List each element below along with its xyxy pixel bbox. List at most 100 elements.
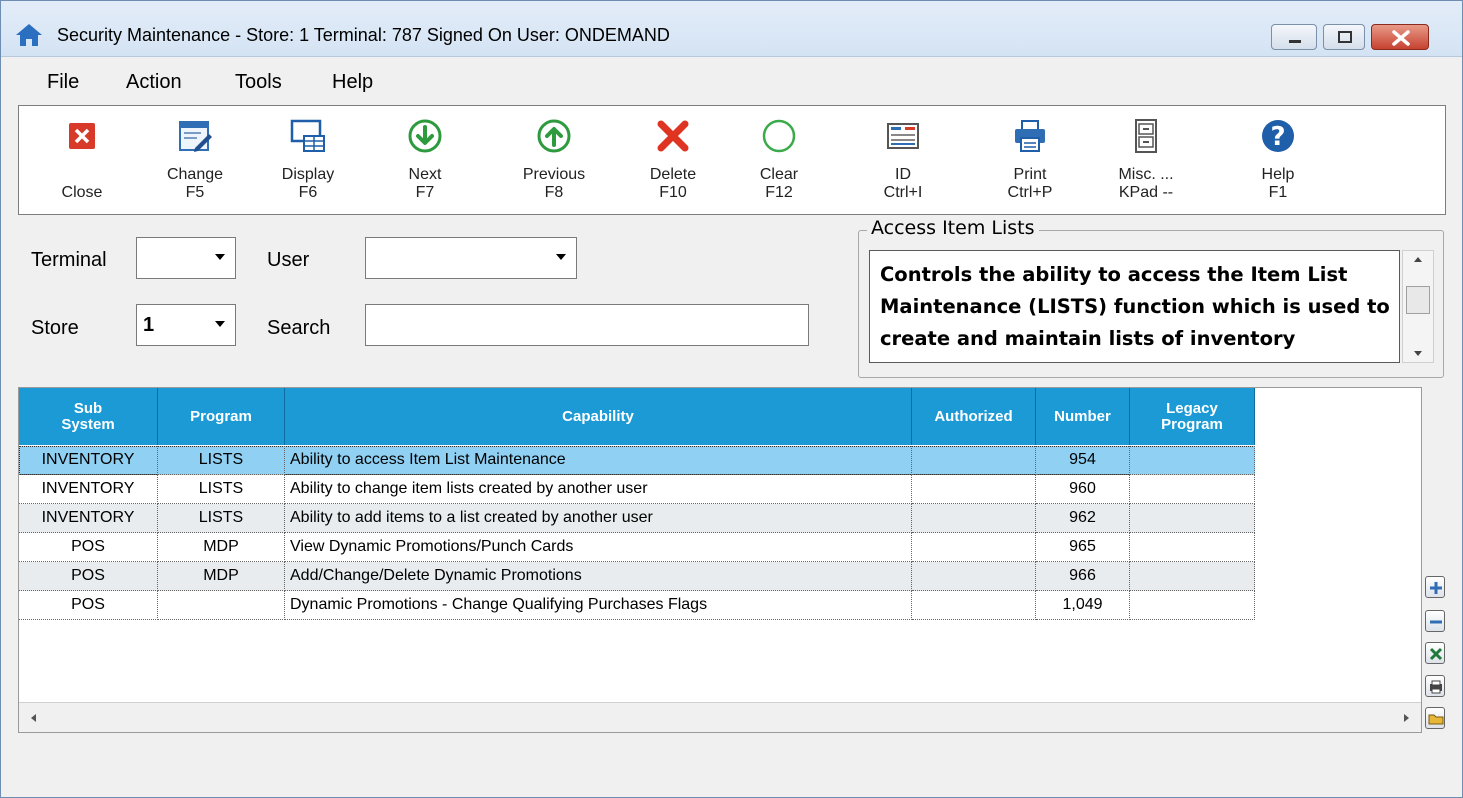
legacy-program-cell <box>1130 475 1255 504</box>
print-small-icon <box>1430 680 1442 694</box>
close-x-icon <box>1392 30 1410 46</box>
program-cell: LISTS <box>158 475 285 504</box>
store-select[interactable]: 1 <box>136 304 236 346</box>
delete-x-icon <box>657 120 689 152</box>
change-button[interactable]: Change F5 <box>145 114 245 210</box>
close-label: Close <box>61 184 103 201</box>
home-icon <box>16 24 42 46</box>
menu-action[interactable]: Action <box>126 71 182 94</box>
display-button[interactable]: Display F6 <box>258 114 358 210</box>
legacy-program-cell <box>1130 504 1255 533</box>
legacy-program-cell <box>1130 533 1255 562</box>
export-excel-button[interactable] <box>1425 642 1445 664</box>
clear-button[interactable]: Clear F12 <box>729 114 829 210</box>
sub-system-header[interactable]: Sub System <box>19 388 158 445</box>
print-grid-button[interactable] <box>1425 675 1445 697</box>
table-row[interactable]: POS Dynamic Promotions - Change Qualifyin… <box>19 591 1255 620</box>
scroll-down-icon[interactable] <box>1414 351 1422 356</box>
table-row[interactable]: POS MDP View Dynamic Promotions/Punch Card… <box>19 533 1255 562</box>
add-row-button[interactable] <box>1425 576 1445 598</box>
delete-button[interactable]: Delete F10 <box>623 114 723 210</box>
details-title: Access Item Lists <box>867 217 1039 239</box>
table-row[interactable]: POS MDP Add/Change/Delete Dynamic Promotio… <box>19 562 1255 591</box>
minus-icon <box>1430 620 1442 624</box>
minimize-button[interactable] <box>1271 24 1317 50</box>
user-select[interactable] <box>365 237 577 279</box>
delete-label: Delete <box>649 166 697 183</box>
menu-help[interactable]: Help <box>332 71 373 94</box>
program-cell: LISTS <box>158 504 285 533</box>
id-label: ID <box>895 166 911 183</box>
scroll-up-icon[interactable] <box>1414 257 1422 262</box>
program-cell: MDP <box>158 562 285 591</box>
previous-label: Previous <box>522 166 586 183</box>
previous-shortcut: F8 <box>544 184 564 201</box>
help-icon: ? <box>1262 120 1294 152</box>
menu-tools[interactable]: Tools <box>235 71 282 94</box>
maximize-button[interactable] <box>1323 24 1365 50</box>
terminal-label: Terminal <box>31 249 107 271</box>
number-cell: 954 <box>1036 446 1130 475</box>
misc-button[interactable]: Misc. ... KPad -- <box>1096 114 1196 210</box>
capability-cell: Ability to add items to a list created b… <box>285 504 912 533</box>
table-row[interactable]: INVENTORY LISTS Ability to access Item Lis… <box>19 446 1255 475</box>
excel-icon <box>1429 647 1443 661</box>
next-label: Next <box>408 166 442 183</box>
capability-header[interactable]: Capability <box>285 388 912 445</box>
remove-row-button[interactable] <box>1425 610 1445 632</box>
legacy-program-header[interactable]: Legacy Program <box>1130 388 1255 445</box>
print-button[interactable]: Print Ctrl+P <box>980 114 1080 210</box>
legacy-program-cell <box>1130 591 1255 620</box>
number-cell: 966 <box>1036 562 1130 591</box>
print-label: Print <box>1013 166 1047 183</box>
svg-text:?: ? <box>1270 122 1285 152</box>
authorized-header[interactable]: Authorized <box>912 388 1036 445</box>
chevron-down-icon <box>556 254 566 260</box>
scroll-left-icon[interactable] <box>31 714 36 722</box>
program-header[interactable]: Program <box>158 388 285 445</box>
capability-grid: Sub System Program Capability Authorized Num… <box>18 387 1422 733</box>
capability-cell: Add/Change/Delete Dynamic Promotions <box>285 562 912 591</box>
search-input[interactable] <box>365 304 809 346</box>
toolbar: Close Change F5 Display F6 Next F7 Previ… <box>18 105 1446 215</box>
help-label: Help <box>1261 166 1295 183</box>
display-shortcut: F6 <box>298 184 318 201</box>
scroll-thumb[interactable] <box>1406 286 1430 314</box>
close-window-button[interactable] <box>1371 24 1429 50</box>
print-shortcut: Ctrl+P <box>1007 184 1053 201</box>
previous-button[interactable]: Previous F8 <box>504 114 604 210</box>
arrow-down-circle-icon <box>408 119 442 153</box>
table-row[interactable]: INVENTORY LISTS Ability to add items to a … <box>19 504 1255 533</box>
id-button[interactable]: ID Ctrl+I <box>853 114 953 210</box>
description-textbox[interactable]: Controls the ability to access the Item … <box>869 250 1400 363</box>
clear-circle-icon <box>762 119 796 153</box>
table-row[interactable]: INVENTORY LISTS Ability to change item lis… <box>19 475 1255 504</box>
next-button[interactable]: Next F7 <box>375 114 475 210</box>
open-folder-button[interactable] <box>1425 707 1445 729</box>
help-shortcut: F1 <box>1268 184 1288 201</box>
store-value: 1 <box>143 314 155 336</box>
sub-system-cell: POS <box>19 591 158 620</box>
title-bar[interactable]: Security Maintenance - Store: 1 Terminal… <box>1 1 1462 57</box>
display-icon <box>290 119 325 152</box>
help-button[interactable]: ? Help F1 <box>1228 114 1328 210</box>
terminal-select[interactable] <box>136 237 236 279</box>
authorized-cell <box>912 446 1036 475</box>
capability-cell: Ability to change item lists created by … <box>285 475 912 504</box>
description-scrollbar[interactable] <box>1402 250 1434 363</box>
legacy-program-cell <box>1130 562 1255 591</box>
number-header[interactable]: Number <box>1036 388 1130 445</box>
menu-file[interactable]: File <box>47 71 79 94</box>
capability-cell: Dynamic Promotions - Change Qualifying P… <box>285 591 912 620</box>
app-window: Security Maintenance - Store: 1 Terminal… <box>0 0 1463 798</box>
program-cell <box>158 591 285 620</box>
number-cell: 965 <box>1036 533 1130 562</box>
scroll-right-icon[interactable] <box>1404 714 1409 722</box>
menu-bar: File Action Tools Help <box>1 58 1462 104</box>
arrow-up-circle-icon <box>537 119 571 153</box>
maximize-icon <box>1338 31 1352 43</box>
delete-shortcut: F10 <box>659 184 687 201</box>
horizontal-scrollbar[interactable] <box>19 702 1421 732</box>
search-label: Search <box>267 317 331 339</box>
close-button[interactable]: Close <box>32 114 132 210</box>
